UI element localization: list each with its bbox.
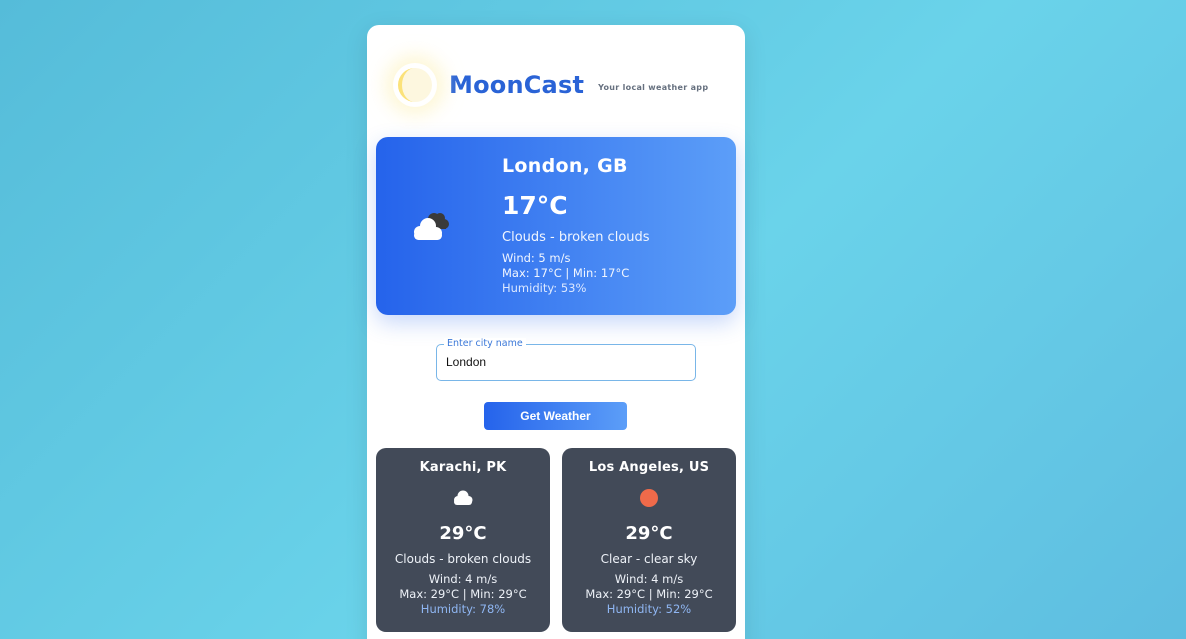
city-card-wind: Wind: 4 m/s [614,572,684,586]
current-humidity: Humidity: 53% [502,281,587,295]
get-weather-button[interactable]: Get Weather [484,402,627,430]
city-card-temperature: 29°C [439,523,487,544]
city-search-field: Enter city name [436,338,696,381]
city-card-max-min: Max: 29°C | Min: 29°C [585,587,713,601]
city-card-name: Karachi, PK [419,460,507,475]
current-temperature: 17°C [502,191,568,220]
city-card-max-min: Max: 29°C | Min: 29°C [399,587,527,601]
current-max-min: Max: 17°C | Min: 17°C [502,266,630,280]
city-search-input[interactable] [446,353,681,371]
current-city: London, GB [502,155,628,177]
moon-icon [393,63,437,107]
city-card-description: Clear - clear sky [600,552,698,566]
weather-app-panel: MoonCast Your local weather app London, … [367,25,745,639]
current-wind: Wind: 5 m/s [502,251,571,265]
city-card-humidity: Humidity: 78% [420,602,506,616]
city-card-humidity: Humidity: 52% [606,602,692,616]
city-card-wind: Wind: 4 m/s [428,572,498,586]
city-card-temperature: 29°C [625,523,673,544]
current-description: Clouds - broken clouds [502,230,650,245]
broken-clouds-icon [406,209,452,247]
app-header: MoonCast Your local weather app [393,63,708,107]
city-card-name: Los Angeles, US [588,460,710,475]
cloud-icon [454,490,473,505]
city-card-los-angeles: Los Angeles, US 29°C Clear - clear sky W… [562,448,736,632]
city-card-karachi: Karachi, PK 29°C Clouds - broken clouds … [376,448,550,632]
city-card-description: Clouds - broken clouds [394,552,532,566]
current-weather-card: London, GB 17°C Clouds - broken clouds W… [376,137,736,315]
city-search-label: Enter city name [444,338,526,350]
app-title: MoonCast [449,71,585,99]
app-tagline: Your local weather app [598,82,709,92]
sun-icon [640,489,658,507]
